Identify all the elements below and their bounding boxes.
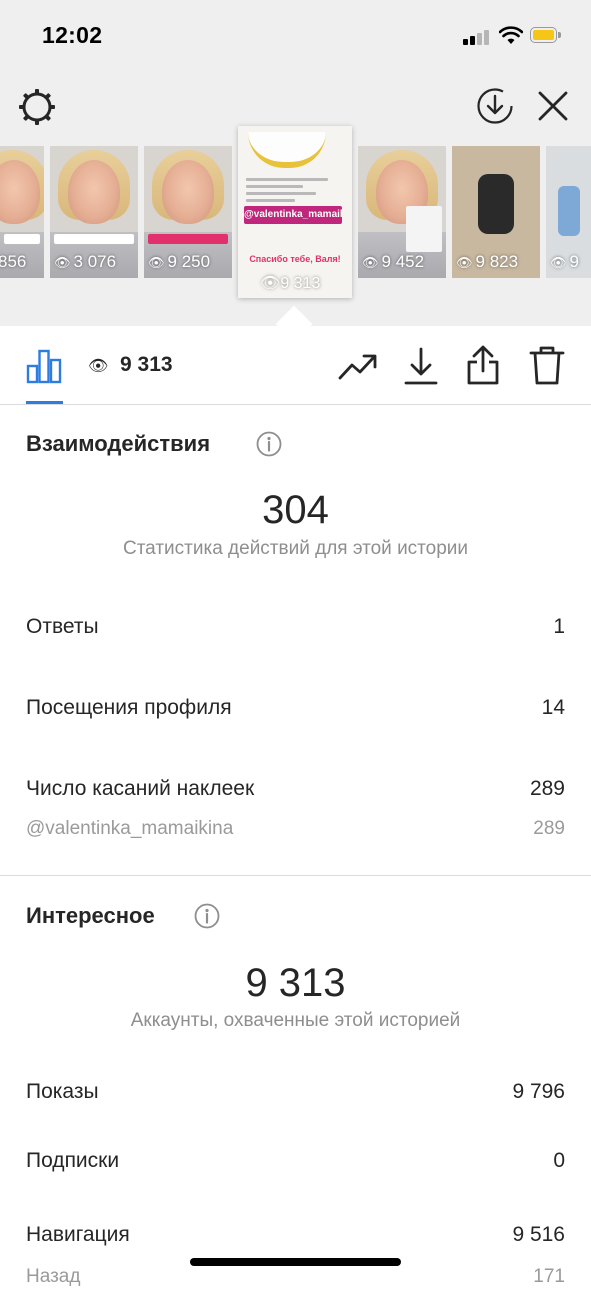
insights-toolbar: 👁 9 313 (0, 326, 591, 405)
eye-icon: 👁 (54, 255, 71, 270)
gear-icon[interactable] (17, 87, 57, 127)
sticker-image (4, 234, 40, 244)
story-thumbnail[interactable]: 856 (0, 146, 44, 278)
stat-label: Посещения профиля (26, 696, 232, 719)
water-bottle-image (558, 186, 580, 236)
post-text-image (246, 178, 328, 206)
story-caption: Спасибо тебе, Валя! (249, 254, 341, 264)
stat-label: Назад (26, 1266, 81, 1287)
trash-icon[interactable] (528, 344, 566, 386)
photo-inset (406, 206, 442, 252)
thumbnail-view-count: 👁 9 (550, 252, 579, 271)
thumbnail-view-count: 👁 9 250 (148, 252, 211, 271)
eye-icon: 👁 (260, 275, 281, 292)
eye-icon: 👁 (550, 255, 567, 270)
eye-icon: 👁 (88, 358, 109, 375)
story-thumbnail[interactable]: 👁 9 250 (144, 146, 232, 278)
sticker-image (148, 234, 228, 244)
section-divider (0, 875, 591, 876)
status-bar: 12:02 (0, 0, 591, 70)
discovery-subtitle: Аккаунты, охваченные этой историей (130, 1010, 461, 1031)
stat-row-mention-sticker: @valentinka_mamaikina 289 (26, 818, 565, 848)
stat-row-navigation: Навигация 9 516 (26, 1223, 565, 1253)
stat-row-impressions: Показы 9 796 (26, 1080, 565, 1110)
stat-value: 9 516 (512, 1223, 565, 1246)
stat-value: 289 (533, 818, 565, 839)
battery-icon (530, 27, 562, 45)
eye-icon: 👁 (456, 255, 473, 270)
download-icon[interactable] (403, 346, 439, 386)
interactions-title: Взаимодействия (26, 431, 211, 456)
stat-label: Навигация (26, 1223, 130, 1246)
eye-icon: 👁 (148, 255, 165, 270)
trending-up-icon[interactable] (338, 348, 378, 384)
thumbnail-view-count: 856 (0, 252, 27, 271)
stat-value: 289 (529, 777, 565, 800)
story-thumbnail-selected[interactable]: @valentinka_mamaikina Спасибо тебе, Валя… (238, 126, 352, 298)
stat-row-back: Назад 171 (26, 1266, 565, 1296)
bar-chart-icon[interactable] (26, 348, 62, 384)
thumbnail-view-count: 👁 9 452 (362, 252, 425, 271)
eye-icon: 👁 (362, 255, 379, 270)
story-archive-header: 12:02 856 👁 3 076 👁 9 250 @valentinka_ma… (0, 0, 591, 326)
food-plate-image (248, 132, 326, 168)
stat-value: 1 (553, 615, 565, 638)
stat-label: Показы (26, 1080, 99, 1103)
thumbnail-view-count: 👁 9 823 (456, 252, 519, 271)
discovery-title: Интересное (26, 903, 155, 928)
info-icon[interactable] (256, 431, 282, 457)
interactions-total: 304 (262, 488, 329, 532)
stat-value: 0 (553, 1149, 565, 1172)
story-thumbnail[interactable]: 👁 9 (546, 146, 591, 278)
stat-row-sticker-taps: Число касаний наклеек 289 (26, 777, 565, 807)
clock: 12:02 (42, 22, 103, 48)
wifi-icon (499, 26, 523, 44)
thumbnail-view-count: 👁9 313 (260, 275, 321, 292)
cellular-signal-icon (463, 29, 491, 45)
share-icon[interactable] (465, 344, 501, 386)
stat-label: Подписки (26, 1149, 120, 1172)
close-icon[interactable] (536, 89, 570, 123)
stat-row-follows: Подписки 0 (26, 1149, 565, 1179)
story-thumbnail[interactable]: 👁 9 452 (358, 146, 446, 278)
mention-sticker: @valentinka_mamaikina (244, 206, 342, 224)
save-to-device-icon[interactable] (476, 87, 514, 125)
stat-row-replies: Ответы 1 (26, 615, 565, 645)
interactions-subtitle: Статистика действий для этой истории (122, 538, 469, 559)
stat-value: 171 (533, 1266, 565, 1287)
story-thumbnail-strip: 856 👁3 076 👁9 250 @valentinka_mamaikina … (0, 126, 591, 298)
stat-label: @valentinka_mamaikina (26, 818, 234, 839)
sticker-image (54, 234, 134, 244)
active-tab-indicator (26, 401, 63, 404)
thumbnail-view-count: 👁 3 076 (54, 252, 117, 271)
stat-label: Число касаний наклеек (26, 777, 255, 800)
stat-value: 14 (541, 696, 565, 719)
story-thumbnail[interactable]: 👁 3 076 (50, 146, 138, 278)
stat-row-profile-visits: Посещения профиля 14 (26, 696, 565, 726)
stat-label: Ответы (26, 615, 99, 638)
story-view-count: 9 313 (120, 353, 173, 376)
chair-image (478, 174, 514, 234)
stat-value: 9 796 (512, 1080, 565, 1103)
discovery-total: 9 313 (245, 961, 346, 1005)
home-indicator[interactable] (190, 1258, 401, 1266)
story-thumbnail[interactable]: 👁 9 823 (452, 146, 540, 278)
info-icon[interactable] (194, 903, 220, 929)
